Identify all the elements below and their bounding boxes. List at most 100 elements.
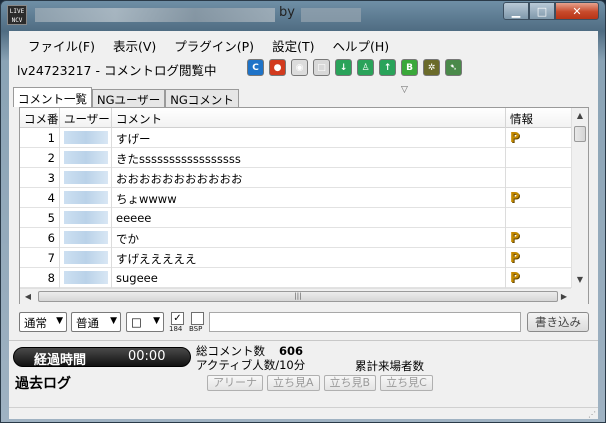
table-row[interactable]: 6 でか P	[20, 228, 572, 248]
comment-text: きたsssssssssssssssss	[112, 148, 506, 168]
window-controls: ▁ □ ✕	[503, 2, 599, 20]
vertical-scrollbar[interactable]: ▲ ▼	[571, 108, 588, 288]
menu-help[interactable]: ヘルプ(H)	[323, 33, 398, 55]
comment-input[interactable]	[209, 312, 521, 332]
info-cell: P	[506, 228, 572, 248]
comment-text: おおおおおおおおおおお	[112, 168, 506, 188]
title-bar[interactable]: LIVE NCV by ▁ □ ✕	[1, 1, 605, 31]
client-area: ファイル(F) 表示(V) プラグイン(P) 設定(T) ヘルプ(H) lv24…	[9, 31, 598, 407]
tab-comment-list[interactable]: コメント一覧	[13, 87, 92, 107]
menu-plugin[interactable]: プラグイン(P)	[165, 33, 263, 55]
scroll-down-icon[interactable]: ▼	[572, 272, 588, 288]
maximize-button[interactable]: □	[529, 2, 555, 20]
info-cell	[506, 208, 572, 228]
tab-ng-users[interactable]: NGユーザー	[92, 89, 166, 107]
status-bar: ⋰	[9, 407, 598, 419]
table-row[interactable]: 2 きたsssssssssssssssss	[20, 148, 572, 168]
grid-body: 1 すげー P 2 きたsssssssssssssssss 3 おおおおおおおおおおお 4 ちょ…	[20, 128, 572, 288]
total-comments-label: 総コメント数	[196, 344, 265, 358]
table-row[interactable]: 8 sugeee P	[20, 268, 572, 288]
comment-text: ちょwwww	[112, 188, 506, 208]
redaction-blur	[64, 171, 108, 184]
write-button[interactable]: 書き込み	[527, 312, 589, 332]
tab-bar: コメント一覧 NGユーザー NGコメント	[13, 87, 239, 107]
chevron-down-icon: ▼	[153, 316, 160, 326]
table-row[interactable]: 4 ちょwwww P	[20, 188, 572, 208]
user-id-redacted	[60, 228, 112, 248]
table-row[interactable]: 7 すげえええええ P	[20, 248, 572, 268]
header-user[interactable]: ユーザー...	[60, 108, 112, 128]
table-row[interactable]: 3 おおおおおおおおおおお	[20, 168, 572, 188]
size-select[interactable]: 普通 ▼	[71, 312, 121, 332]
download-icon[interactable]: ↓	[335, 59, 352, 76]
pin-icon[interactable]: ➷	[445, 59, 462, 76]
comment-text: すげえええええ	[112, 248, 506, 268]
chevron-down-icon: ▼	[110, 316, 117, 326]
premium-icon: P	[510, 191, 520, 206]
menu-view[interactable]: 表示(V)	[104, 33, 165, 55]
redaction-blur	[64, 131, 108, 144]
disabled-icon[interactable]: □	[313, 59, 330, 76]
tab-ng-comments[interactable]: NGコメント	[165, 89, 239, 107]
refresh-icon[interactable]: C	[247, 59, 264, 76]
record-icon[interactable]: ●	[269, 59, 286, 76]
hscroll-thumb[interactable]: |||	[38, 291, 558, 302]
title-redacted-2	[301, 8, 361, 22]
bsp-checkbox[interactable]	[191, 312, 204, 325]
header-info[interactable]: 情報	[506, 108, 572, 128]
resize-grip-icon[interactable]: ⋰	[588, 410, 596, 419]
title-redacted	[35, 8, 275, 22]
scroll-thumb[interactable]	[574, 126, 586, 142]
elapsed-label: 経過時間	[34, 353, 87, 368]
anonymous-184-checkbox[interactable]: ✓	[171, 312, 184, 325]
user-id-redacted	[60, 248, 112, 268]
user-id-redacted	[60, 188, 112, 208]
window-title: by	[279, 5, 295, 20]
scroll-up-icon[interactable]: ▲	[572, 108, 588, 124]
bsp-icon[interactable]: B	[401, 59, 418, 76]
app-window: LIVE NCV by ▁ □ ✕ ファイル(F) 表示(V) プラグイン(P)…	[0, 0, 606, 423]
minimize-button[interactable]: ▁	[503, 2, 529, 20]
total-comments-value: 606	[279, 344, 304, 358]
app-icon: LIVE NCV	[7, 5, 27, 25]
redaction-blur	[64, 191, 108, 204]
settings-icon[interactable]: ✲	[423, 59, 440, 76]
header-comment[interactable]: コメント	[112, 108, 506, 128]
standing-c-button[interactable]: 立ち見C	[380, 375, 433, 391]
menu-file[interactable]: ファイル(F)	[19, 33, 104, 55]
position-select[interactable]: 通常 ▼	[19, 312, 67, 332]
arena-button[interactable]: アリーナ	[207, 375, 263, 391]
broadcast-icon[interactable]: ◉	[291, 59, 308, 76]
header-comment-number[interactable]: コメ番	[20, 108, 60, 128]
color-select[interactable]: □ ▼	[126, 312, 164, 332]
user-id-redacted	[60, 208, 112, 228]
comment-input-row: 通常 ▼ 普通 ▼ □ ▼ ✓ 184 BSP 書き込み	[19, 312, 589, 334]
standing-a-button[interactable]: 立ち見A	[267, 375, 320, 391]
redaction-blur	[64, 271, 108, 284]
menu-settings[interactable]: 設定(T)	[263, 33, 323, 55]
redaction-blur	[64, 231, 108, 244]
active-users-label: アクティブ人数/10分	[196, 358, 306, 372]
premium-icon: P	[510, 271, 520, 286]
scroll-left-icon[interactable]: ◀	[20, 289, 36, 304]
upload-icon[interactable]: ↑	[379, 59, 396, 76]
comment-text: eeeee	[112, 208, 506, 228]
people-icon[interactable]: ♙	[357, 59, 374, 76]
comment-text: sugeee	[112, 268, 506, 288]
comment-number: 8	[20, 268, 60, 288]
position-select-value: 通常	[24, 316, 47, 330]
table-row[interactable]: 1 すげー P	[20, 128, 572, 148]
info-cell: P	[506, 188, 572, 208]
info-cell: P	[506, 128, 572, 148]
comment-number: 1	[20, 128, 60, 148]
standing-b-button[interactable]: 立ち見B	[323, 375, 377, 391]
collapse-arrow-icon[interactable]: ▽	[401, 85, 408, 95]
scroll-right-icon[interactable]: ▶	[556, 289, 572, 304]
horizontal-scrollbar[interactable]: ◀ ||| ▶	[20, 288, 572, 304]
anonymous-184-label: 184	[169, 325, 183, 333]
elapsed-time: 00:00	[128, 349, 166, 364]
close-button[interactable]: ✕	[555, 2, 599, 20]
comment-number: 2	[20, 148, 60, 168]
table-row[interactable]: 5 eeeee	[20, 208, 572, 228]
past-log-label: 過去ログ	[15, 376, 71, 392]
